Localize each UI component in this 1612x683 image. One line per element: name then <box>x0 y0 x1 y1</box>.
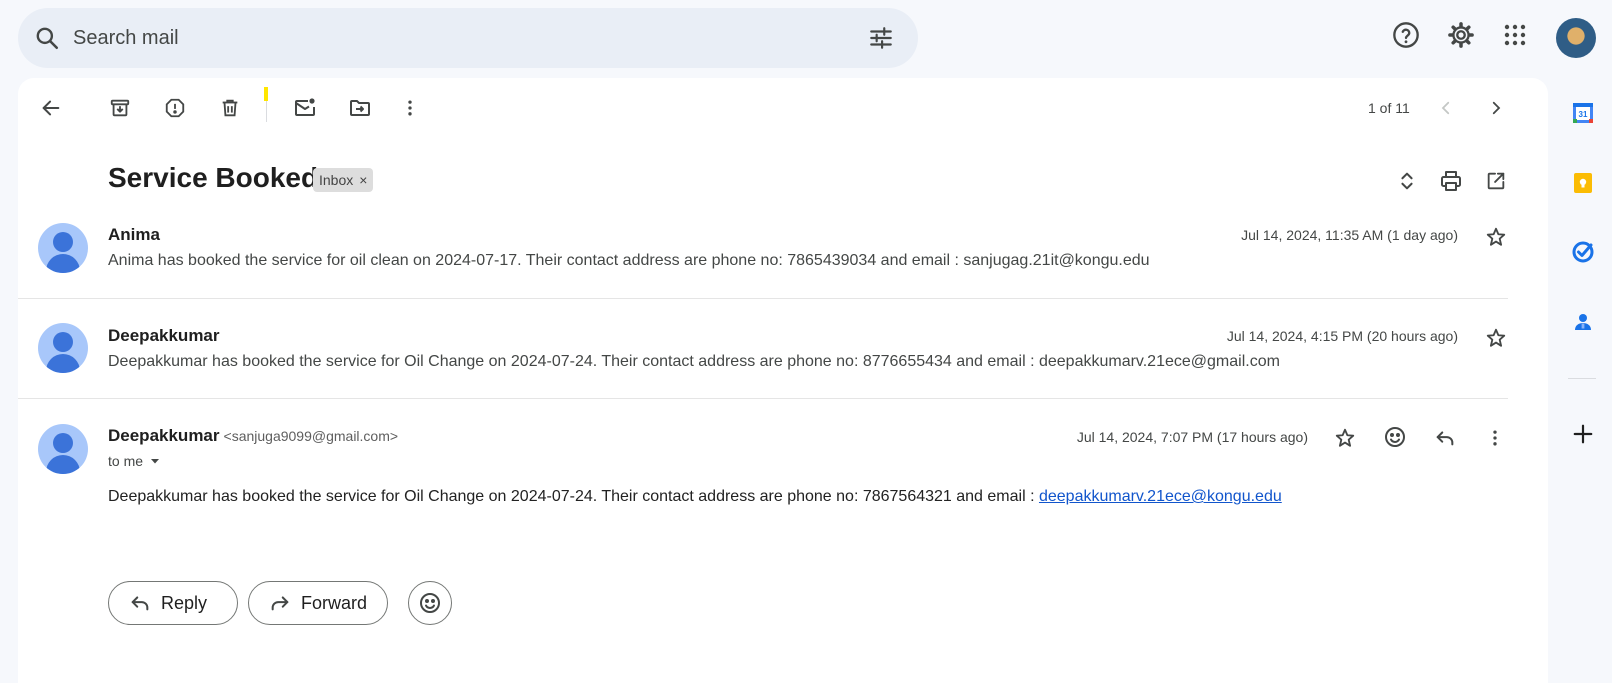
search-bar[interactable]: Search mail <box>18 8 918 68</box>
mark-unread-icon[interactable] <box>291 94 319 122</box>
remove-label-button[interactable]: × <box>359 172 367 188</box>
add-reaction-icon[interactable] <box>1383 425 1407 449</box>
emoji-reaction-button[interactable] <box>408 581 452 625</box>
message-sender[interactable]: Anima <box>108 225 160 245</box>
sender-avatar <box>38 323 88 373</box>
message-separator <box>18 398 1508 399</box>
contacts-icon[interactable] <box>1570 309 1596 335</box>
sender-avatar <box>38 223 88 273</box>
move-to-folder-icon[interactable] <box>346 94 374 122</box>
side-panel-divider <box>1568 378 1596 379</box>
reply-button[interactable]: Reply <box>108 581 238 625</box>
tasks-icon[interactable] <box>1570 239 1596 265</box>
search-icon[interactable] <box>34 25 60 51</box>
star-icon[interactable] <box>1484 326 1508 350</box>
sender-avatar <box>38 424 88 474</box>
inbox-label-chip: Inbox × <box>313 168 374 192</box>
search-input[interactable]: Search mail <box>73 27 179 50</box>
help-icon[interactable] <box>1391 20 1421 50</box>
calendar-day-number: 31 <box>1579 110 1588 119</box>
label-text: Inbox <box>319 172 354 188</box>
more-options-icon[interactable] <box>1483 426 1507 450</box>
report-spam-icon[interactable] <box>161 94 189 122</box>
thread-subject: Service Booked <box>108 162 319 193</box>
sender-email: <sanjuga9099@gmail.com> <box>223 428 399 444</box>
delete-trash-icon[interactable] <box>216 94 244 122</box>
calendar-icon[interactable]: 31 <box>1570 100 1596 126</box>
message-separator <box>18 298 1508 299</box>
sender-name[interactable]: Deepakkumar <box>108 426 220 445</box>
print-icon[interactable] <box>1437 167 1465 195</box>
pagination-count: 1 of 11 <box>1368 100 1410 116</box>
recipient-details[interactable]: to me <box>108 453 161 469</box>
expand-all-icon[interactable] <box>1393 167 1421 195</box>
star-icon[interactable] <box>1333 426 1357 450</box>
back-arrow-icon[interactable] <box>37 94 65 122</box>
emoji-icon <box>420 593 440 613</box>
add-addon-plus-icon[interactable] <box>1570 421 1596 447</box>
keep-icon[interactable] <box>1570 170 1596 196</box>
message-snippet[interactable]: Anima has booked the service for oil cle… <box>108 252 1150 270</box>
star-icon[interactable] <box>1484 225 1508 249</box>
search-options-icon[interactable] <box>868 25 894 51</box>
more-options-icon[interactable] <box>396 94 424 122</box>
message-sender[interactable]: Deepakkumar <sanjuga9099@gmail.com> <box>108 426 398 446</box>
message-date: Jul 14, 2024, 4:15 PM (20 hours ago) <box>1226 328 1458 344</box>
recipient-label: to me <box>108 453 144 469</box>
apps-grid-icon[interactable] <box>1500 20 1530 50</box>
open-new-window-icon[interactable] <box>1482 167 1510 195</box>
message-date: Jul 14, 2024, 11:35 AM (1 day ago) <box>1241 227 1458 243</box>
reply-label: Reply <box>161 592 208 613</box>
settings-gear-icon[interactable] <box>1446 20 1476 50</box>
reply-icon <box>131 596 149 611</box>
account-avatar[interactable] <box>1556 18 1596 58</box>
reply-arrow-icon[interactable] <box>1433 426 1457 450</box>
forward-label: Forward <box>301 592 368 613</box>
message-body-text: Deepakkumar has booked the service for O… <box>108 488 1039 505</box>
forward-button[interactable]: Forward <box>248 581 388 625</box>
forward-icon <box>271 596 289 611</box>
newer-chevron-left-icon[interactable] <box>1432 94 1460 122</box>
caret-down-icon[interactable] <box>149 455 161 467</box>
email-link[interactable]: deepakkumarv.21ece@kongu.edu <box>1039 488 1282 505</box>
message-sender[interactable]: Deepakkumar <box>108 326 220 346</box>
older-chevron-right-icon[interactable] <box>1482 94 1510 122</box>
archive-icon[interactable] <box>106 94 134 122</box>
toolbar-highlight-mark <box>264 87 268 101</box>
message-date: Jul 14, 2024, 7:07 PM (17 hours ago) <box>1076 429 1308 445</box>
message-snippet[interactable]: Deepakkumar has booked the service for O… <box>108 353 1280 371</box>
message-body: Deepakkumar has booked the service for O… <box>108 488 1282 506</box>
